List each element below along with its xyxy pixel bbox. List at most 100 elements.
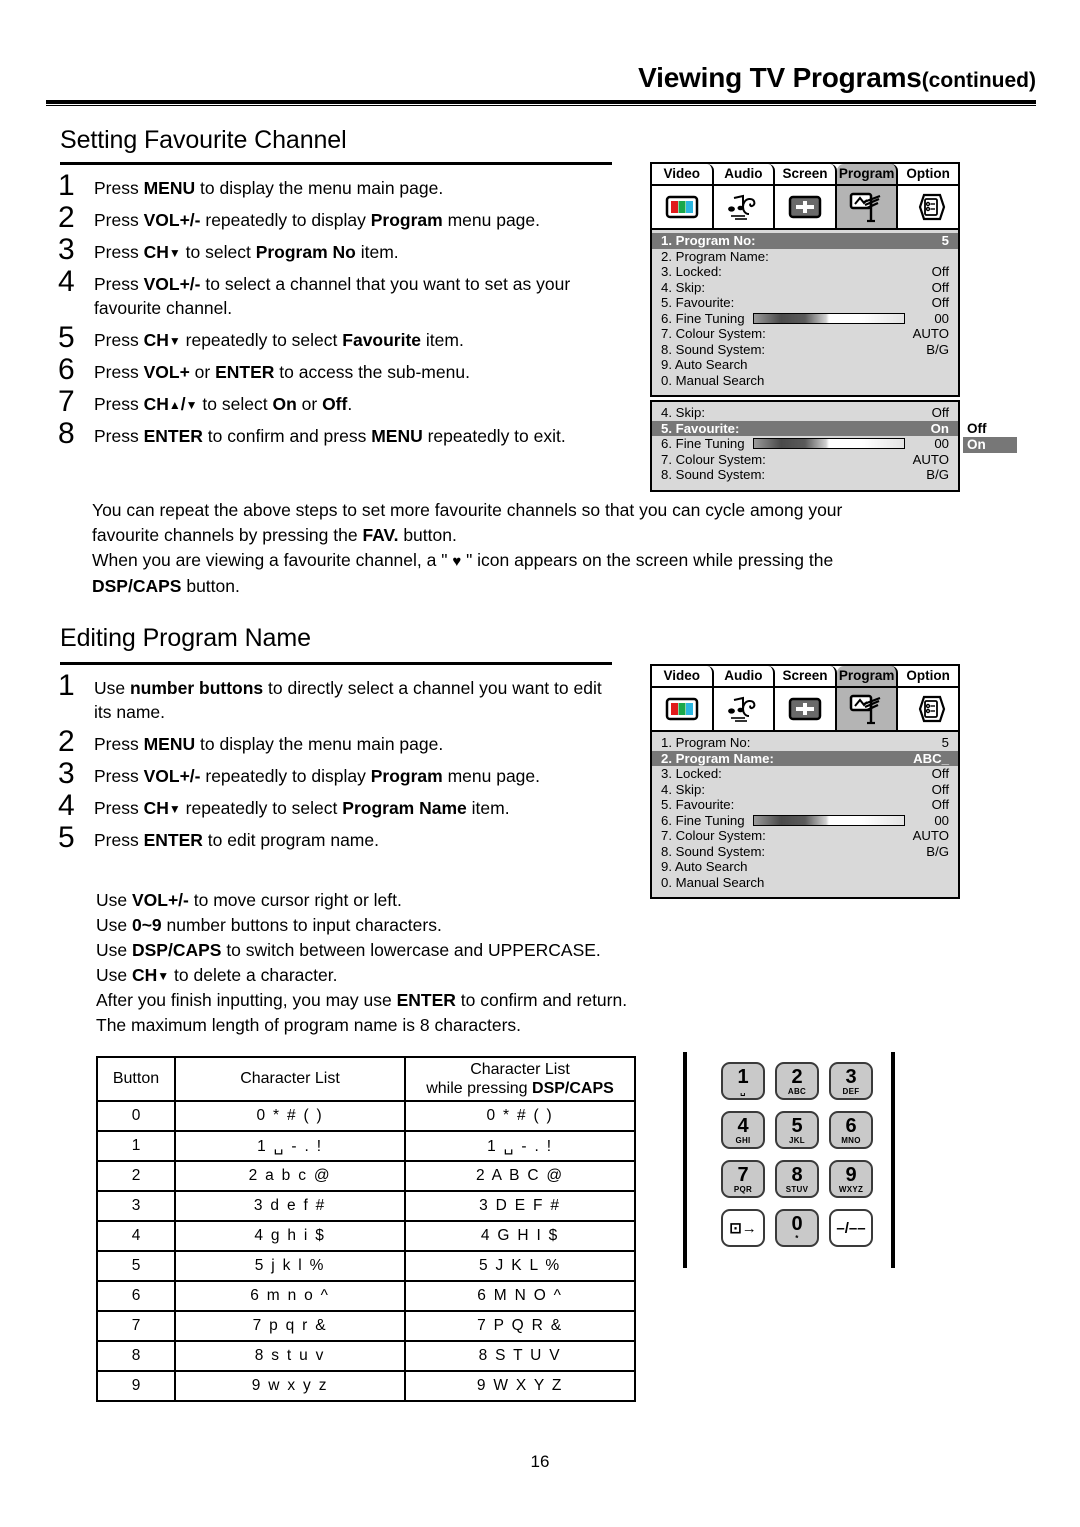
osd-menu-rows[interactable]: 1. Program No: 5 2. Program Name: ABC_ 3. Lo… — [652, 732, 958, 897]
osd-menu-item[interactable]: 2. Program Name: — [652, 249, 958, 265]
key-digit: 8 — [791, 1164, 803, 1186]
osd-menu-item[interactable]: 3. Locked: Off — [652, 766, 958, 782]
key-2[interactable]: 2 ABC — [775, 1062, 819, 1100]
osd-item-label: 5. Favourite: — [661, 420, 740, 436]
option-icon[interactable] — [898, 688, 958, 730]
video-icon[interactable] — [652, 186, 714, 228]
osd-tab-screen[interactable]: Screen — [775, 164, 837, 186]
osd-menu-item[interactable]: 1. Program No: 5 — [652, 735, 958, 751]
key-0[interactable]: 0 * — [775, 1209, 819, 1247]
program-icon[interactable] — [836, 186, 899, 228]
step-number: 1 — [58, 169, 75, 202]
step-number: 1 — [58, 669, 75, 702]
cell-character-list: 1 ␣ - . ! — [174, 1130, 406, 1162]
osd-tab-audio[interactable]: Audio — [713, 164, 776, 186]
step-number: 2 — [58, 201, 75, 234]
table-header: Button Character List Character List whi… — [96, 1056, 636, 1102]
osd-program-name-menu[interactable]: Video Audio Screen Program Option 1. Program… — [650, 664, 960, 899]
key-1[interactable]: 1 ␣ — [721, 1062, 765, 1100]
step-text: Press MENU to display the menu main page… — [94, 178, 444, 198]
key-9[interactable]: 9 WXYZ — [829, 1160, 873, 1198]
key-letters: PQR — [733, 1185, 753, 1194]
program-name-step: 2 Press MENU to display the menu main pag… — [58, 727, 648, 757]
osd-menu-item[interactable]: 8. Sound System: B/G — [652, 342, 958, 358]
program-name-step: 3 Press VOL+/- repeatedly to display Prog… — [58, 759, 648, 789]
audio-icon[interactable] — [713, 688, 776, 730]
osd-menu-item[interactable]: 0. Manual Search — [652, 875, 958, 891]
osd-menu-item[interactable]: 4. Skip: Off — [652, 405, 958, 421]
key-4[interactable]: 4 GHI — [721, 1111, 765, 1149]
keypad-grid[interactable]: 1 ␣ 2 ABC 3 DEF 4 GHI 5 JKL 6 MNO 7 PQR 8 STUV 9 WXYZ ⊡→ 0 *… — [717, 1062, 877, 1251]
note-line: When you are viewing a favourite channel… — [92, 550, 834, 570]
key-6[interactable]: 6 MNO — [829, 1111, 873, 1149]
step-text: Use number buttons to directly select a … — [94, 678, 602, 722]
key-7[interactable]: 7 PQR — [721, 1160, 765, 1198]
cell-button: 9 — [96, 1370, 176, 1402]
option-icon[interactable] — [898, 186, 958, 228]
key-8[interactable]: 8 STUV — [775, 1160, 819, 1198]
osd-program-menu-main[interactable]: Video Audio Screen Program Option 1. Program… — [650, 162, 960, 397]
osd-menu-item[interactable]: 9. Auto Search — [652, 357, 958, 373]
osd-menu-item[interactable]: 5. Favourite: On — [652, 420, 958, 436]
osd-menu-rows[interactable]: 4. Skip: Off 5. Favourite: On 6. Fine Tuning… — [652, 402, 958, 490]
osd-tab-bar[interactable]: Video Audio Screen Program Option — [652, 666, 958, 688]
screen-icon[interactable] — [775, 186, 837, 228]
step-text: Press ENTER to confirm and press MENU re… — [94, 426, 566, 446]
osd-tab-bar[interactable]: Video Audio Screen Program Option — [652, 164, 958, 186]
osd-item-value: B/G — [926, 843, 949, 859]
osd-menu-item[interactable]: 8. Sound System: B/G — [652, 844, 958, 860]
fine-tuning-slider[interactable] — [752, 312, 905, 324]
osd-menu-item[interactable]: 7. Colour System: AUTO — [652, 326, 958, 342]
osd-item-label: 4. Skip: — [661, 279, 705, 295]
osd-menu-item[interactable]: 6. Fine Tuning 00 — [652, 311, 958, 327]
osd-menu-item[interactable]: 6. Fine Tuning 00 — [652, 813, 958, 829]
fine-tuning-slider[interactable] — [752, 814, 905, 826]
osd-menu-item[interactable]: 1. Program No: 5 — [652, 233, 958, 249]
osd-tab-video[interactable]: Video — [652, 666, 714, 688]
cell-character-list-caps: 0 * # ( ) — [404, 1100, 636, 1132]
dash-key[interactable]: –/–– — [829, 1209, 873, 1247]
video-icon[interactable] — [652, 688, 714, 730]
osd-menu-item[interactable]: 9. Auto Search — [652, 859, 958, 875]
osd-menu-item[interactable]: 6. Fine Tuning 00 — [652, 436, 958, 452]
osd-favourite-submenu[interactable]: 4. Skip: Off 5. Favourite: On 6. Fine Tuning… — [650, 400, 960, 492]
osd-tab-option[interactable]: Option — [898, 164, 958, 186]
osd-menu-item[interactable]: 0. Manual Search — [652, 373, 958, 389]
cell-character-list-caps: 1 ␣ - . ! — [404, 1130, 636, 1162]
key-letters: STUV — [785, 1185, 809, 1194]
osd-menu-item[interactable]: 5. Favourite: Off — [652, 295, 958, 311]
osd-menu-item[interactable]: 2. Program Name: ABC_ — [652, 750, 958, 766]
osd-menu-item[interactable]: 7. Colour System: AUTO — [652, 828, 958, 844]
osd-menu-item[interactable]: 7. Colour System: AUTO — [652, 452, 958, 468]
osd-icon-bar[interactable] — [652, 186, 958, 230]
osd-tab-screen[interactable]: Screen — [775, 666, 837, 688]
favourite-option-popup[interactable]: Off On — [963, 421, 1017, 453]
cell-button: 1 — [96, 1130, 176, 1162]
osd-menu-item[interactable]: 3. Locked: Off — [652, 264, 958, 280]
key-letters: GHI — [735, 1136, 751, 1145]
osd-tab-option[interactable]: Option — [898, 666, 958, 688]
osd-menu-item[interactable]: 4. Skip: Off — [652, 782, 958, 798]
popup-option-off[interactable]: Off — [963, 421, 1017, 437]
osd-tab-audio[interactable]: Audio — [713, 666, 776, 688]
osd-menu-item[interactable]: 5. Favourite: Off — [652, 797, 958, 813]
osd-tab-program[interactable]: Program — [836, 666, 899, 688]
osd-menu-item[interactable]: 8. Sound System: B/G — [652, 467, 958, 483]
cell-character-list: 7 p q r & — [174, 1310, 406, 1342]
osd-icon-bar[interactable] — [652, 688, 958, 732]
osd-menu-item[interactable]: 4. Skip: Off — [652, 280, 958, 296]
osd-tab-program[interactable]: Program — [836, 164, 899, 186]
cell-character-list: 0 * # ( ) — [174, 1100, 406, 1132]
table-row: 44 g h i $4 G H I $ — [96, 1220, 636, 1252]
key-5[interactable]: 5 JKL — [775, 1111, 819, 1149]
audio-icon[interactable] — [713, 186, 776, 228]
screen-icon[interactable] — [775, 688, 837, 730]
program-icon[interactable] — [836, 688, 899, 730]
input-source-key[interactable]: ⊡→ — [721, 1209, 765, 1247]
osd-menu-rows[interactable]: 1. Program No: 5 2. Program Name: 3. Locked… — [652, 230, 958, 395]
fine-tuning-slider[interactable] — [752, 438, 905, 450]
popup-option-on[interactable]: On — [963, 437, 1017, 453]
osd-tab-video[interactable]: Video — [652, 164, 714, 186]
section-heading-setting-favourite-channel: Setting Favourite Channel — [60, 126, 347, 154]
key-3[interactable]: 3 DEF — [829, 1062, 873, 1100]
